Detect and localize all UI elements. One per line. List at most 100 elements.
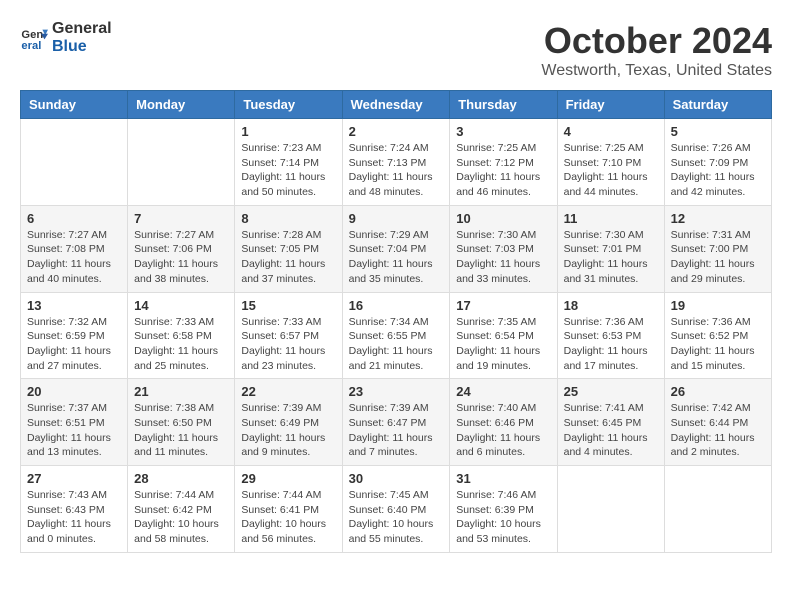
day-detail: Sunrise: 7:35 AMSunset: 6:54 PMDaylight:… — [456, 315, 550, 374]
day-detail: Sunrise: 7:30 AMSunset: 7:03 PMDaylight:… — [456, 228, 550, 287]
day-number: 18 — [564, 298, 658, 313]
day-number: 21 — [134, 384, 228, 399]
day-detail: Sunrise: 7:33 AMSunset: 6:57 PMDaylight:… — [241, 315, 335, 374]
day-number: 25 — [564, 384, 658, 399]
table-row: 29Sunrise: 7:44 AMSunset: 6:41 PMDayligh… — [235, 466, 342, 553]
table-row: 11 Sunrise: 7:30 AMSunset: 7:01 PMDayligh… — [557, 205, 664, 292]
calendar-table: Sunday Monday Tuesday Wednesday Thursday… — [20, 90, 772, 553]
table-row — [664, 466, 771, 553]
day-detail: Sunrise: 7:32 AMSunset: 6:59 PMDaylight:… — [27, 315, 121, 374]
table-row — [557, 466, 664, 553]
day-detail: Sunrise: 7:41 AMSunset: 6:45 PMDaylight:… — [564, 401, 658, 460]
table-row: 1 Sunrise: 7:23 AMSunset: 7:14 PMDaylight… — [235, 119, 342, 206]
table-row: 28 Sunrise: 7:44 AMSunset: 6:42 PMDayligh… — [128, 466, 235, 553]
week-row-4: 20Sunrise: 7:37 AMSunset: 6:51 PMDayligh… — [21, 379, 772, 466]
day-number: 28 — [134, 471, 228, 486]
header-friday: Friday — [557, 91, 664, 119]
table-row: 31 Sunrise: 7:46 AMSunset: 6:39 PMDayligh… — [450, 466, 557, 553]
day-detail: Sunrise: 7:46 AMSunset: 6:39 PMDaylight:… — [456, 488, 550, 547]
table-row: 15 Sunrise: 7:33 AMSunset: 6:57 PMDayligh… — [235, 292, 342, 379]
day-number: 14 — [134, 298, 228, 313]
day-detail: Sunrise: 7:33 AMSunset: 6:58 PMDaylight:… — [134, 315, 228, 374]
day-detail: Sunrise: 7:36 AMSunset: 6:52 PMDaylight:… — [671, 315, 765, 374]
calendar-header-row: Sunday Monday Tuesday Wednesday Thursday… — [21, 91, 772, 119]
table-row — [21, 119, 128, 206]
table-row: 16 Sunrise: 7:34 AMSunset: 6:55 PMDayligh… — [342, 292, 450, 379]
day-detail: Sunrise: 7:23 AMSunset: 7:14 PMDaylight:… — [241, 141, 335, 200]
day-number: 30 — [349, 471, 444, 486]
day-number: 8 — [241, 211, 335, 226]
header-wednesday: Wednesday — [342, 91, 450, 119]
header-sunday: Sunday — [21, 91, 128, 119]
day-detail: Sunrise: 7:37 AMSunset: 6:51 PMDaylight:… — [27, 401, 121, 460]
logo-text: General Blue — [52, 20, 112, 56]
table-row: 23 Sunrise: 7:39 AMSunset: 6:47 PMDayligh… — [342, 379, 450, 466]
day-number: 10 — [456, 211, 550, 226]
table-row: 21 Sunrise: 7:38 AMSunset: 6:50 PMDayligh… — [128, 379, 235, 466]
day-number: 9 — [349, 211, 444, 226]
day-detail: Sunrise: 7:39 AMSunset: 6:49 PMDaylight:… — [241, 401, 335, 460]
table-row: 10 Sunrise: 7:30 AMSunset: 7:03 PMDayligh… — [450, 205, 557, 292]
day-number: 2 — [349, 124, 444, 139]
day-number: 19 — [671, 298, 765, 313]
table-row: 9 Sunrise: 7:29 AMSunset: 7:04 PMDaylight… — [342, 205, 450, 292]
month-title: October 2024 — [541, 20, 772, 62]
table-row: 18 Sunrise: 7:36 AMSunset: 6:53 PMDayligh… — [557, 292, 664, 379]
day-number: 11 — [564, 211, 658, 226]
day-number: 15 — [241, 298, 335, 313]
day-detail: Sunrise: 7:36 AMSunset: 6:53 PMDaylight:… — [564, 315, 658, 374]
svg-text:Gen: Gen — [21, 29, 43, 41]
day-number: 3 — [456, 124, 550, 139]
table-row: 5 Sunrise: 7:26 AMSunset: 7:09 PMDaylight… — [664, 119, 771, 206]
logo-icon: Gen eral — [20, 24, 48, 52]
day-number: 17 — [456, 298, 550, 313]
table-row: 3Sunrise: 7:25 AMSunset: 7:12 PMDaylight… — [450, 119, 557, 206]
day-number: 6 — [27, 211, 121, 226]
day-detail: Sunrise: 7:39 AMSunset: 6:47 PMDaylight:… — [349, 401, 444, 460]
day-number: 7 — [134, 211, 228, 226]
table-row: 2Sunrise: 7:24 AMSunset: 7:13 PMDaylight… — [342, 119, 450, 206]
day-number: 22 — [241, 384, 335, 399]
day-detail: Sunrise: 7:34 AMSunset: 6:55 PMDaylight:… — [349, 315, 444, 374]
day-detail: Sunrise: 7:27 AMSunset: 7:06 PMDaylight:… — [134, 228, 228, 287]
day-detail: Sunrise: 7:45 AMSunset: 6:40 PMDaylight:… — [349, 488, 444, 547]
day-detail: Sunrise: 7:30 AMSunset: 7:01 PMDaylight:… — [564, 228, 658, 287]
day-detail: Sunrise: 7:26 AMSunset: 7:09 PMDaylight:… — [671, 141, 765, 200]
week-row-5: 27Sunrise: 7:43 AMSunset: 6:43 PMDayligh… — [21, 466, 772, 553]
week-row-2: 6 Sunrise: 7:27 AMSunset: 7:08 PMDaylight… — [21, 205, 772, 292]
day-detail: Sunrise: 7:29 AMSunset: 7:04 PMDaylight:… — [349, 228, 444, 287]
week-row-1: 1 Sunrise: 7:23 AMSunset: 7:14 PMDaylight… — [21, 119, 772, 206]
day-number: 24 — [456, 384, 550, 399]
header-thursday: Thursday — [450, 91, 557, 119]
day-detail: Sunrise: 7:38 AMSunset: 6:50 PMDaylight:… — [134, 401, 228, 460]
day-number: 12 — [671, 211, 765, 226]
location-title: Westworth, Texas, United States — [541, 62, 772, 80]
day-number: 13 — [27, 298, 121, 313]
page-header: Gen eral General Blue October 2024 Westw… — [20, 20, 772, 80]
day-number: 23 — [349, 384, 444, 399]
header-monday: Monday — [128, 91, 235, 119]
table-row: 27Sunrise: 7:43 AMSunset: 6:43 PMDayligh… — [21, 466, 128, 553]
day-number: 4 — [564, 124, 658, 139]
day-detail: Sunrise: 7:27 AMSunset: 7:08 PMDaylight:… — [27, 228, 121, 287]
day-number: 1 — [241, 124, 335, 139]
day-number: 16 — [349, 298, 444, 313]
table-row — [128, 119, 235, 206]
week-row-3: 13 Sunrise: 7:32 AMSunset: 6:59 PMDayligh… — [21, 292, 772, 379]
table-row: 25 Sunrise: 7:41 AMSunset: 6:45 PMDayligh… — [557, 379, 664, 466]
table-row: 6 Sunrise: 7:27 AMSunset: 7:08 PMDaylight… — [21, 205, 128, 292]
table-row: 4 Sunrise: 7:25 AMSunset: 7:10 PMDaylight… — [557, 119, 664, 206]
table-row: 17 Sunrise: 7:35 AMSunset: 6:54 PMDayligh… — [450, 292, 557, 379]
day-detail: Sunrise: 7:28 AMSunset: 7:05 PMDaylight:… — [241, 228, 335, 287]
table-row: 7 Sunrise: 7:27 AMSunset: 7:06 PMDaylight… — [128, 205, 235, 292]
day-number: 31 — [456, 471, 550, 486]
logo: Gen eral General Blue — [20, 20, 112, 56]
header-saturday: Saturday — [664, 91, 771, 119]
day-detail: Sunrise: 7:44 AMSunset: 6:42 PMDaylight:… — [134, 488, 228, 547]
day-number: 5 — [671, 124, 765, 139]
table-row: 20Sunrise: 7:37 AMSunset: 6:51 PMDayligh… — [21, 379, 128, 466]
table-row: 26Sunrise: 7:42 AMSunset: 6:44 PMDayligh… — [664, 379, 771, 466]
day-detail: Sunrise: 7:25 AMSunset: 7:10 PMDaylight:… — [564, 141, 658, 200]
table-row: 30 Sunrise: 7:45 AMSunset: 6:40 PMDayligh… — [342, 466, 450, 553]
day-detail: Sunrise: 7:31 AMSunset: 7:00 PMDaylight:… — [671, 228, 765, 287]
